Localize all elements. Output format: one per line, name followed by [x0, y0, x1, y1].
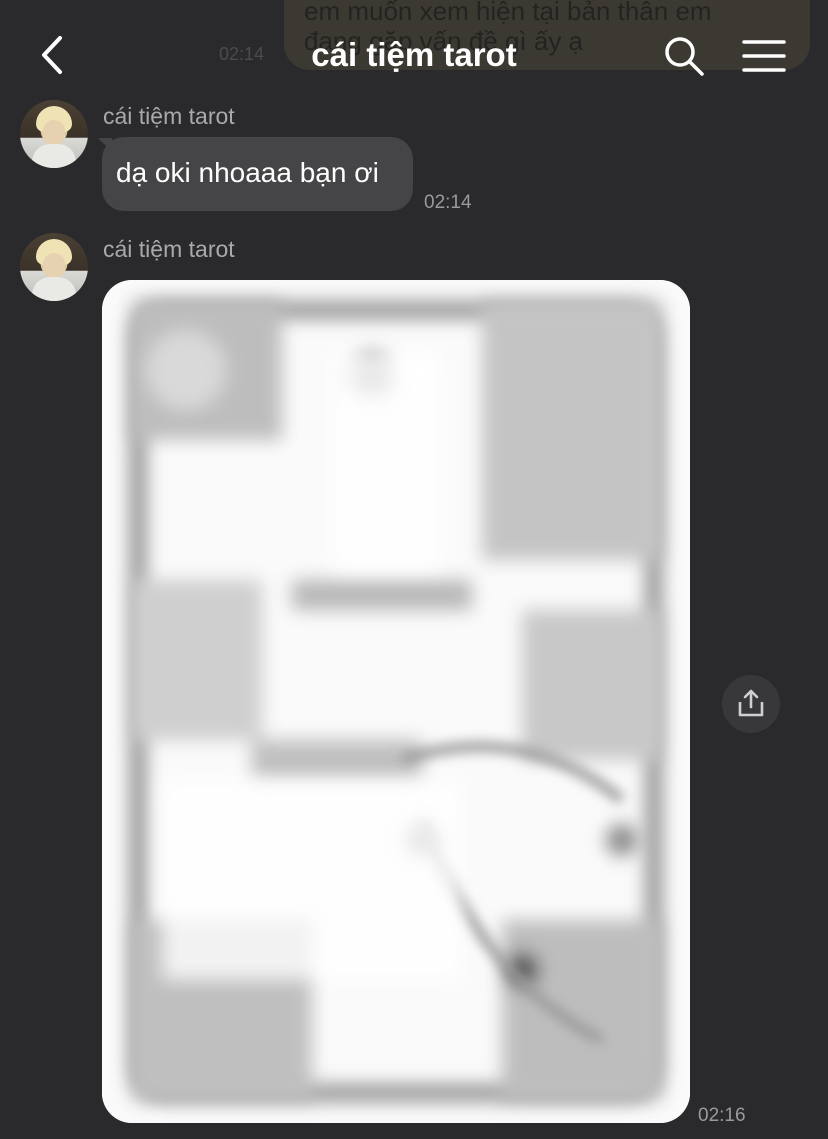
- image-message[interactable]: [102, 280, 690, 1123]
- sender-avatar[interactable]: [20, 100, 88, 168]
- menu-button[interactable]: [742, 38, 786, 74]
- search-icon: [665, 37, 704, 76]
- message-timestamp: 02:14: [424, 192, 472, 213]
- share-button[interactable]: [722, 675, 780, 733]
- message-text: dạ oki nhoaaa bạn ơi: [116, 157, 379, 188]
- sender-name: cái tiệm tarot: [103, 103, 235, 129]
- sender-avatar[interactable]: [20, 233, 88, 301]
- blurred-tarot-card-image: [102, 280, 690, 1123]
- chevron-left-icon: [42, 36, 62, 74]
- hamburger-menu-icon: [742, 40, 786, 72]
- message-bubble[interactable]: dạ oki nhoaaa bạn ơi: [102, 137, 413, 211]
- chat-header: cái tiệm tarot: [0, 0, 828, 110]
- search-button[interactable]: [662, 34, 706, 78]
- message-timestamp: 02:16: [698, 1105, 746, 1126]
- back-button[interactable]: [30, 32, 76, 78]
- sender-name: cái tiệm tarot: [103, 236, 235, 262]
- share-icon: [738, 689, 764, 717]
- chat-area: em muốn xem hiện tại bản thân em đang gặ…: [0, 0, 828, 1139]
